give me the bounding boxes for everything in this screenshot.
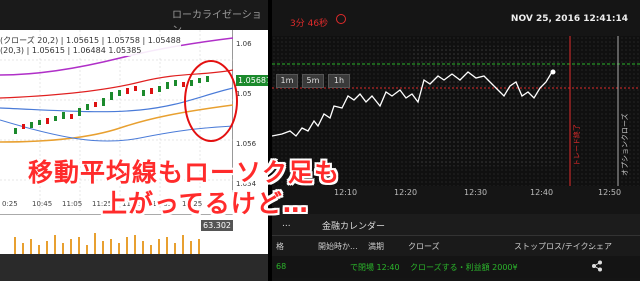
time-label: 12:40 [530, 188, 554, 197]
volume-panel [0, 214, 233, 255]
time-label: 12:50 [598, 188, 622, 197]
left-bottom-bar [0, 254, 268, 281]
countdown-timer: 3分 46秒 [290, 19, 329, 29]
col-header: ストップロス/テイク... [514, 242, 597, 251]
option-close-label: オプションクローズ [621, 113, 629, 176]
datetime-display: NOV 25, 2016 12:41:14 [510, 14, 628, 24]
caption-line-2: 上がってるけど… [102, 189, 309, 218]
col-header: 満期 [368, 242, 384, 251]
ma-legend-line-2: (20,3) | 1.05615 | 1.06484 1.05385 [0, 46, 142, 55]
col-header: シェア [588, 242, 612, 251]
right-time-axis: 12:10 12:20 12:30 12:40 12:50 [272, 188, 640, 202]
row-status: クローズする・利益額 2000¥ [410, 263, 518, 272]
bottom-tabs: ... 金融カレンダー [272, 214, 640, 236]
left-top-strip: ローカライゼーション [0, 0, 268, 36]
trade-end-label: トレード終了 [573, 124, 581, 166]
row-expiry: で閉場 12:40 [350, 263, 400, 272]
col-header: 格 [276, 242, 284, 251]
time-label: 12:10 [334, 188, 358, 197]
tab-other[interactable]: ... [282, 219, 291, 229]
candles [14, 76, 209, 134]
positions-table-header: 格 開始時か... 満期 クローズ ストップロス/テイク... シェア [272, 236, 640, 256]
time-label: 12:20 [394, 188, 418, 197]
highlight-ellipse [184, 60, 238, 142]
left-chart-panel: ローカライゼーション [0, 0, 268, 281]
share-icon[interactable] [591, 260, 603, 272]
scale-tick: 1.06 [236, 40, 252, 48]
time-label: 10:45 [32, 200, 53, 208]
right-trading-panel: 3分 46秒 NOV 25, 2016 12:41:14 1m 5m 1h トレ… [271, 0, 640, 281]
scale-tick: 1.056 [236, 140, 257, 148]
time-label: 11:05 [62, 200, 83, 208]
ma-legend: (クローズ 20,2) | 1.05615 | 1.05758 | 1.0548… [0, 36, 181, 56]
ma-legend-line-1: (クローズ 20,2) | 1.05615 | 1.05758 | 1.0548… [0, 36, 181, 45]
current-price-dot [550, 69, 556, 75]
col-header: 開始時か... [318, 242, 358, 251]
table-row[interactable]: 68 で閉場 12:40 クローズする・利益額 2000¥ [272, 256, 640, 278]
row-id: 68 [276, 262, 287, 271]
current-price-tag: 1.05687 [236, 75, 268, 86]
clock-icon [336, 14, 346, 24]
timeframe-5m-button[interactable]: 5m [302, 74, 324, 88]
volume-value-tag: 63.302 [201, 220, 233, 231]
scale-tick: 1.05 [236, 90, 252, 98]
time-label: 0:25 [2, 200, 18, 208]
timeframe-1m-button[interactable]: 1m [276, 74, 298, 88]
timeframe-buttons: 1m 5m 1h [276, 74, 350, 88]
volume-svg [14, 233, 200, 255]
tab-economic-calendar[interactable]: 金融カレンダー [322, 219, 385, 232]
col-header: クローズ [408, 242, 440, 251]
time-label: 12:30 [464, 188, 488, 197]
timeframe-1h-button[interactable]: 1h [328, 74, 350, 88]
